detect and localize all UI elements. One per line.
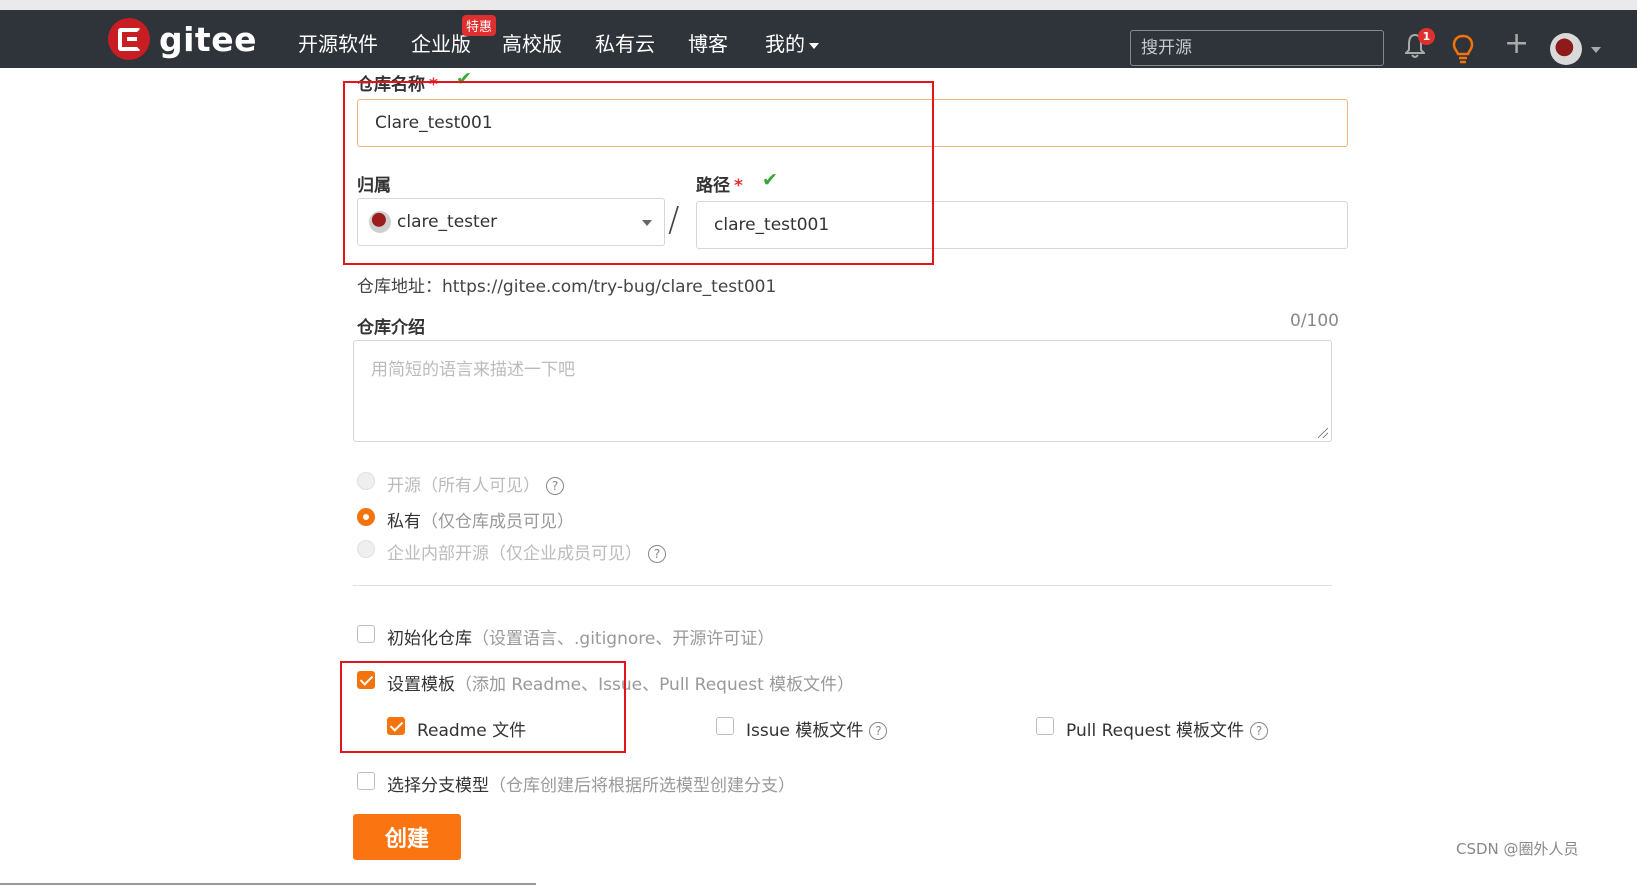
init-repo-label[interactable]: 初始化仓库（设置语言、.gitignore、开源许可证）: [387, 624, 774, 649]
issue-template-label-text: Issue 模板文件: [746, 721, 864, 741]
radio-open-source: [357, 472, 375, 490]
visibility-hint: （所有人可见）: [421, 476, 540, 496]
issue-template-label[interactable]: Issue 模板文件?: [746, 716, 888, 741]
init-repo-checkbox[interactable]: [357, 625, 375, 643]
repo-url-text: 仓库地址：https://gitee.com/try-bug/clare_tes…: [357, 277, 777, 297]
search-input[interactable]: [1130, 30, 1384, 66]
radio-enterprise-internal: [357, 540, 375, 558]
branch-model-label-text: 选择分支模型: [387, 776, 489, 796]
visibility-hint: （仅企业成员可见）: [489, 544, 642, 564]
resize-handle-icon[interactable]: [1318, 428, 1328, 438]
avatar-chevron-down-icon[interactable]: [1591, 47, 1601, 53]
desc-placeholder: 用简短的语言来描述一下吧: [371, 360, 575, 380]
watermark-text: CSDN @圈外人员: [1456, 840, 1579, 858]
visibility-label: 开源: [387, 476, 421, 496]
gitee-logo[interactable]: gitee: [108, 18, 257, 60]
browser-top-strip: [0, 0, 1637, 10]
nav-mine-label: 我的: [765, 32, 805, 56]
radio-private-label[interactable]: 私有（仅仓库成员可见）: [387, 507, 574, 532]
visibility-label: 企业内部开源: [387, 544, 489, 564]
gitee-logo-icon: [108, 18, 150, 60]
radio-private[interactable]: [357, 508, 375, 526]
nav-education[interactable]: 高校版: [502, 28, 562, 57]
annotation-box-template: [340, 661, 626, 753]
annotation-box-name-path: [343, 81, 934, 265]
visibility-label: 私有: [387, 512, 421, 532]
desc-textarea[interactable]: 用简短的语言来描述一下吧: [353, 340, 1332, 442]
pr-template-checkbox[interactable]: [1036, 717, 1054, 735]
issue-template-checkbox[interactable]: [716, 717, 734, 735]
help-icon[interactable]: ?: [869, 722, 888, 740]
radio-open-source-label: 开源（所有人可见）?: [387, 471, 564, 496]
nav-open-source[interactable]: 开源软件: [298, 28, 378, 57]
brand-name: gitee: [159, 19, 257, 59]
desc-label: 仓库介绍: [357, 318, 425, 338]
help-icon[interactable]: ?: [546, 477, 564, 495]
lightbulb-icon[interactable]: [1452, 34, 1474, 64]
branch-model-label[interactable]: 选择分支模型（仓库创建后将根据所选模型创建分支）: [387, 771, 795, 796]
promo-badge: 特惠: [462, 15, 497, 36]
create-button[interactable]: 创建: [353, 814, 461, 860]
init-repo-hint: （设置语言、.gitignore、开源许可证）: [472, 629, 775, 649]
branch-model-checkbox[interactable]: [357, 772, 375, 790]
nav-mine[interactable]: 我的: [765, 28, 819, 57]
notification-count-badge: 1: [1418, 28, 1435, 45]
branch-model-hint: （仓库创建后将根据所选模型创建分支）: [489, 776, 795, 796]
nav-private-cloud[interactable]: 私有云: [595, 28, 655, 57]
radio-enterprise-internal-label: 企业内部开源（仅企业成员可见）?: [387, 539, 666, 564]
init-repo-label-text: 初始化仓库: [387, 629, 472, 649]
visibility-hint: （仅仓库成员可见）: [421, 512, 574, 532]
help-icon[interactable]: ?: [648, 545, 666, 563]
user-avatar[interactable]: [1550, 33, 1582, 65]
plus-icon[interactable]: +: [1504, 26, 1529, 61]
top-navbar: gitee 开源软件 企业版 特惠 高校版 私有云 博客 我的 1 +: [0, 10, 1637, 68]
section-divider: [353, 585, 1332, 586]
desc-char-counter: 0/100: [1290, 311, 1339, 331]
nav-blog[interactable]: 博客: [688, 28, 728, 57]
pr-template-label-text: Pull Request 模板文件: [1066, 721, 1245, 741]
help-icon[interactable]: ?: [1250, 722, 1269, 740]
pr-template-label[interactable]: Pull Request 模板文件?: [1066, 716, 1269, 741]
chevron-down-icon: [809, 42, 819, 49]
